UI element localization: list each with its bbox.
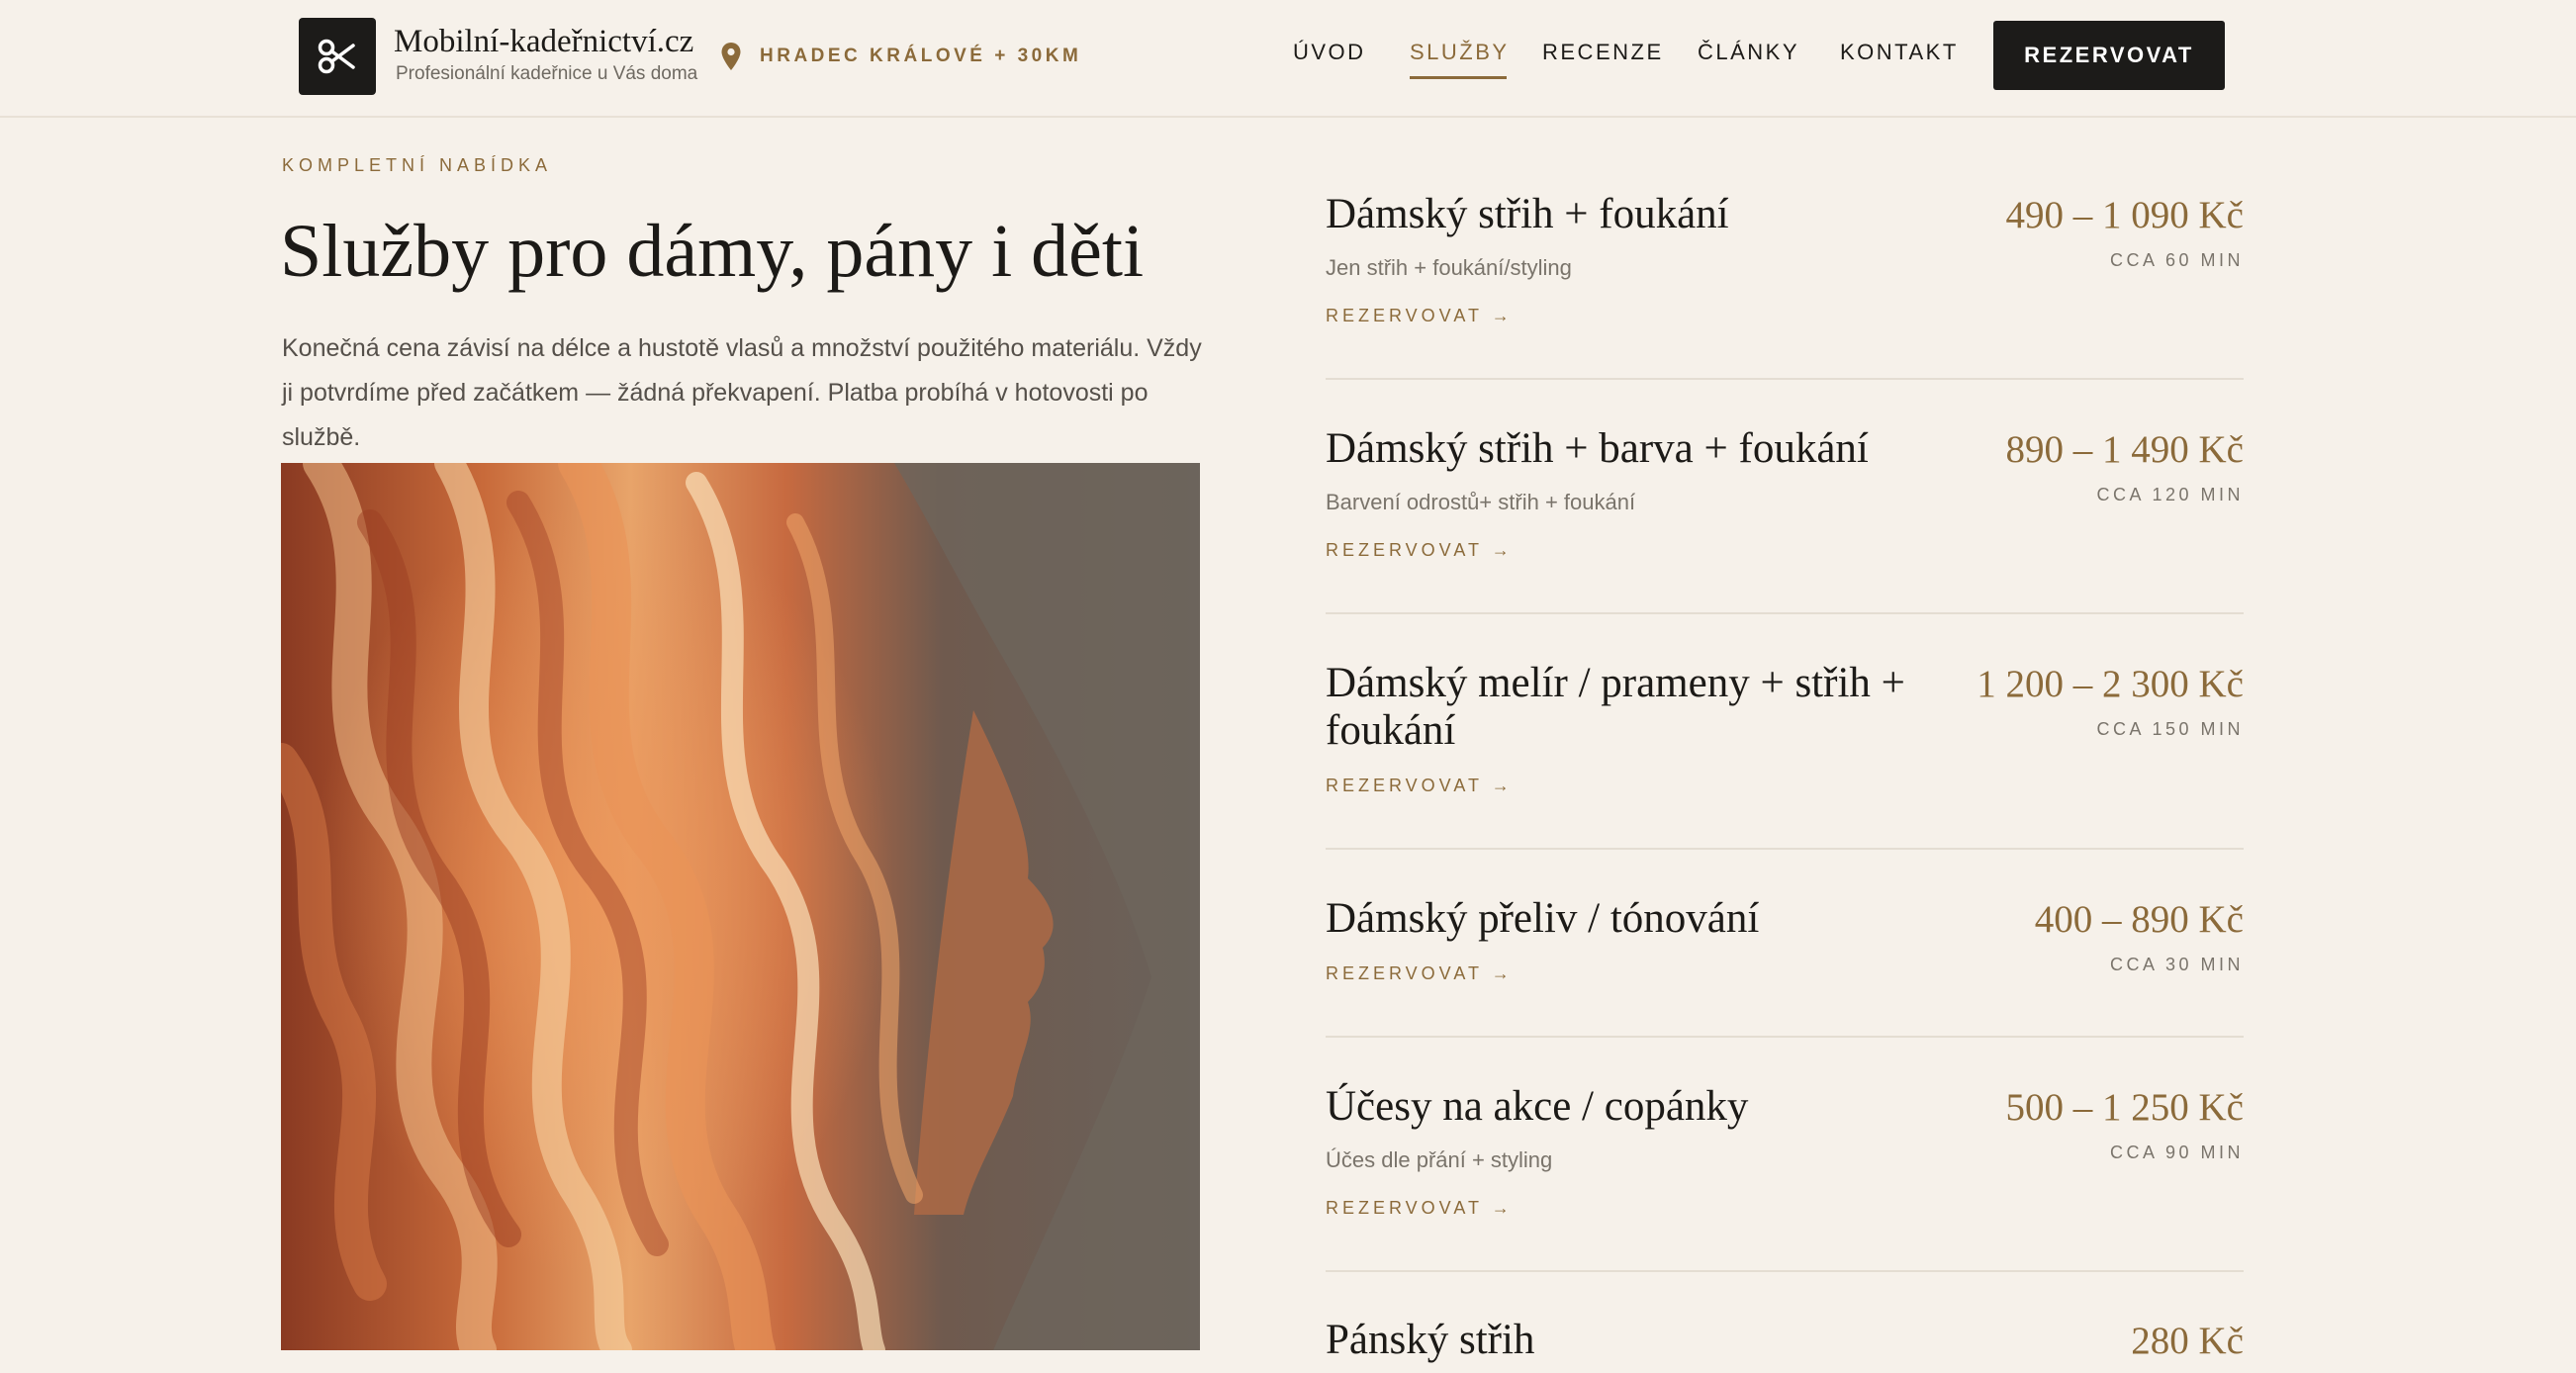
map-pin-icon: [721, 43, 741, 70]
intro-text: Konečná cena závisí na délce a hustotě v…: [282, 334, 1202, 451]
divider: [1326, 1036, 2244, 1038]
site-header: Mobilní-kadeřnictví.cz Profesionální kad…: [0, 0, 2576, 118]
service-item: Dámský střih + foukání 490 – 1 090 Kč CC…: [1326, 191, 2244, 329]
nav-sluzby[interactable]: SLUŽBY: [1410, 40, 1510, 79]
service-duration: CCA 90 MIN: [2109, 1143, 2244, 1162]
service-item: Dámský střih + barva + foukání 890 – 1 4…: [1326, 425, 2244, 564]
service-duration: CCA 60 MIN: [2109, 250, 2244, 270]
service-price: 890 – 1 490 Kč: [2005, 428, 2244, 471]
service-description: Účes dle přání + styling: [1326, 1147, 1553, 1172]
hero-photo: [281, 463, 1200, 1350]
service-item: Účesy na akce / copánky 500 – 1 250 Kč C…: [1326, 1083, 2244, 1222]
service-name: Pánský střih: [1326, 1317, 1535, 1363]
service-price: 490 – 1 090 Kč: [2005, 194, 2244, 236]
service-name: Dámský přeliv / tónování: [1326, 895, 1760, 942]
nav-kontakt[interactable]: KONTAKT: [1840, 40, 1959, 73]
service-duration: CCA 30 MIN: [2109, 955, 2244, 974]
service-item: Dámský přeliv / tónování 400 – 890 Kč CC…: [1326, 895, 2244, 1004]
service-name: Dámský střih + barva + foukání: [1326, 425, 1869, 472]
section-eyebrow: KOMPLETNÍ NABÍDKA: [282, 155, 553, 175]
service-name: Dámský melír / prameny + střih + foukání: [1326, 660, 1905, 754]
service-reserve-link[interactable]: REZERVOVAT →: [1326, 776, 1514, 796]
service-item: Pánský střih 280 Kč: [1326, 1317, 2244, 1373]
logo[interactable]: [299, 18, 376, 95]
service-reserve-link[interactable]: REZERVOVAT →: [1326, 306, 1514, 326]
brand-name[interactable]: Mobilní-kadeřnictví.cz: [394, 24, 693, 60]
service-item: Dámský melír / prameny + střih + foukání…: [1326, 660, 2244, 808]
reserve-button[interactable]: REZERVOVAT: [1993, 21, 2225, 90]
divider: [1326, 612, 2244, 614]
service-price: 500 – 1 250 Kč: [2005, 1086, 2244, 1129]
service-duration: CCA 120 MIN: [2096, 485, 2244, 504]
nav-uvod[interactable]: ÚVOD: [1293, 40, 1366, 73]
service-name: Účesy na akce / copánky: [1326, 1083, 1749, 1130]
divider: [1326, 378, 2244, 380]
service-price: 280 Kč: [2131, 1320, 2244, 1362]
page-title: Služby pro dámy, pány i děti: [280, 210, 1145, 293]
service-reserve-link[interactable]: REZERVOVAT →: [1326, 540, 1514, 561]
service-price: 400 – 890 Kč: [2034, 898, 2244, 941]
service-reserve-link[interactable]: REZERVOVAT →: [1326, 1198, 1514, 1219]
divider: [1326, 848, 2244, 850]
service-area-label: HRADEC KRÁLOVÉ + 30KM: [760, 46, 1082, 66]
divider: [1326, 1270, 2244, 1272]
hair-illustration: [281, 463, 1200, 1350]
service-reserve-link[interactable]: REZERVOVAT →: [1326, 963, 1514, 984]
service-name: Dámský střih + foukání: [1326, 191, 1729, 237]
nav-recenze[interactable]: RECENZE: [1542, 40, 1664, 73]
service-duration: CCA 150 MIN: [2096, 719, 2244, 739]
scissors-icon: [318, 39, 355, 74]
nav-clanky[interactable]: ČLÁNKY: [1698, 40, 1799, 73]
service-description: Jen střih + foukání/styling: [1326, 255, 1572, 280]
service-price: 1 200 – 2 300 Kč: [1977, 663, 2244, 705]
service-area: HRADEC KRÁLOVÉ + 30KM: [720, 40, 1081, 73]
service-description: Barvení odrostů+ střih + foukání: [1326, 490, 1636, 514]
brand-tagline: Profesionální kadeřnice u Vás doma: [396, 63, 698, 84]
